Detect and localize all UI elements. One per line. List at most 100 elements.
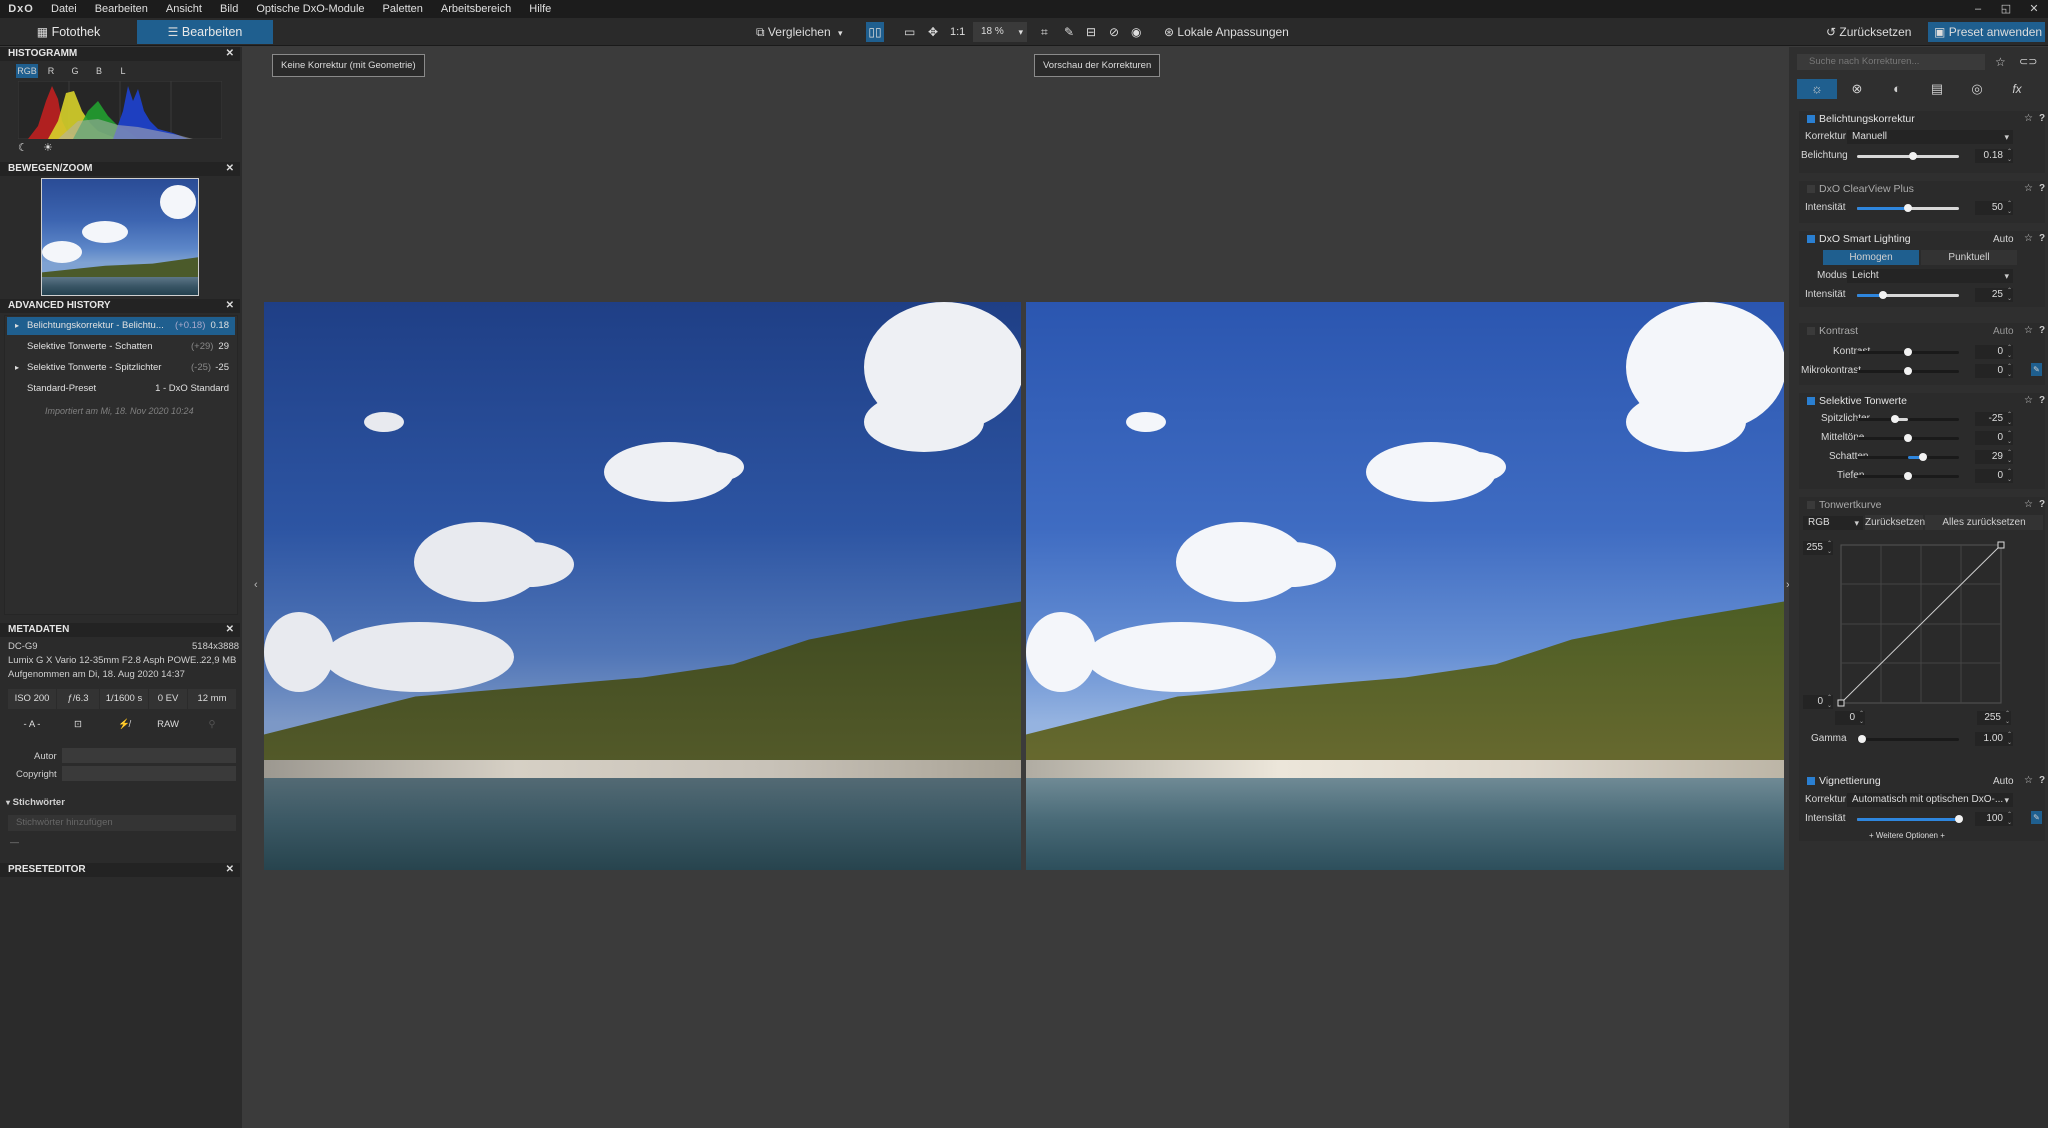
tab-color[interactable]: ⊗	[1837, 79, 1877, 99]
help-icon[interactable]: ?	[2039, 775, 2045, 786]
slider-knob[interactable]	[1904, 434, 1912, 442]
curve-input-max[interactable]: 255	[1977, 710, 2011, 726]
spitzlichter-slider[interactable]	[1857, 415, 1959, 423]
smartlighting-slider[interactable]	[1857, 291, 1959, 299]
tone-curve-enable-checkbox[interactable]	[1807, 501, 1815, 509]
star-icon[interactable]: ☆	[2024, 325, 2033, 336]
close-icon[interactable]: ✕	[226, 47, 234, 61]
tab-fotothek[interactable]: ▦ Fotothek	[0, 20, 137, 44]
pipette-icon[interactable]: ✎	[2031, 811, 2042, 824]
curve-input-min[interactable]: 0	[1835, 710, 1865, 726]
vignetting-value[interactable]: 100	[1975, 811, 2013, 827]
clearview-value[interactable]: 50	[1975, 200, 2013, 216]
auto-button[interactable]: Auto	[1993, 776, 2014, 787]
vignetting-enable-checkbox[interactable]	[1807, 777, 1815, 785]
help-icon[interactable]: ?	[2039, 113, 2045, 124]
schatten-value[interactable]: 29	[1975, 449, 2013, 465]
slider-knob[interactable]	[1904, 348, 1912, 356]
repair-button[interactable]: ⊘	[1109, 22, 1119, 42]
close-icon[interactable]: ✕	[226, 623, 234, 637]
tiefen-slider[interactable]	[1857, 472, 1959, 480]
channel-rgb[interactable]: RGB	[16, 64, 38, 78]
menu-datei[interactable]: Datei	[42, 3, 86, 15]
star-icon[interactable]: ☆	[2024, 183, 2033, 194]
gamma-value[interactable]: 1.00	[1975, 731, 2013, 747]
modus-select[interactable]: Leicht	[1847, 269, 2013, 283]
reset-button[interactable]: ↺ Zurücksetzen	[1826, 22, 1911, 42]
mode-homogen-button[interactable]: Homogen	[1823, 250, 1919, 265]
slider-knob[interactable]	[1904, 204, 1912, 212]
clearview-enable-checkbox[interactable]	[1807, 185, 1815, 193]
menu-arbeitsbereich[interactable]: Arbeitsbereich	[432, 3, 520, 15]
curve-graph[interactable]	[1837, 541, 2007, 707]
split-view-button[interactable]: ▯▯	[866, 22, 884, 42]
tab-local[interactable]: ◎	[1957, 79, 1997, 99]
smartlighting-value[interactable]: 25	[1975, 287, 2013, 303]
navigator-thumbnail[interactable]	[41, 178, 199, 296]
redeye-button[interactable]: ◉	[1131, 22, 1141, 42]
slider-knob[interactable]	[1904, 472, 1912, 480]
close-icon[interactable]: ✕	[226, 863, 234, 877]
spitzlichter-value[interactable]: -25	[1975, 411, 2013, 427]
keywords-header[interactable]: ▾ Stichwörter	[6, 797, 65, 808]
clearview-slider[interactable]	[1857, 204, 1959, 212]
tab-detail[interactable]: ◐	[1877, 79, 1917, 99]
close-icon[interactable]: ✕	[226, 299, 234, 313]
star-icon[interactable]: ☆	[2024, 499, 2033, 510]
channel-r[interactable]: R	[40, 64, 62, 78]
help-icon[interactable]: ?	[2039, 499, 2045, 510]
author-field[interactable]	[62, 748, 236, 763]
exposure-value[interactable]: 0.18	[1975, 148, 2013, 164]
mikrokontrast-slider[interactable]	[1857, 367, 1959, 375]
menu-optische-module[interactable]: Optische DxO-Module	[247, 3, 373, 15]
curve-reset-all-button[interactable]: Alles zurücksetzen	[1925, 515, 2043, 530]
mitteltoene-slider[interactable]	[1857, 434, 1959, 442]
local-adjustments-button[interactable]: ⊛ Lokale Anpassungen	[1164, 22, 1289, 42]
help-icon[interactable]: ?	[2039, 233, 2045, 244]
star-icon[interactable]: ☆	[2024, 233, 2033, 244]
channel-b[interactable]: B	[88, 64, 110, 78]
menu-paletten[interactable]: Paletten	[374, 3, 432, 15]
mikrokontrast-value[interactable]: 0	[1975, 363, 2013, 379]
toggle-icon[interactable]: ⊂⊃	[2019, 55, 2037, 68]
slider-knob[interactable]	[1904, 367, 1912, 375]
slider-knob[interactable]	[1890, 415, 1899, 423]
copyright-field[interactable]	[62, 766, 236, 781]
kontrast-value[interactable]: 0	[1975, 344, 2013, 360]
star-filter-icon[interactable]: ☆	[1995, 55, 2006, 69]
close-button[interactable]: ✕	[2020, 0, 2048, 18]
after-image[interactable]	[1026, 302, 1784, 870]
crop-button[interactable]: ⌗	[1041, 22, 1048, 42]
schatten-slider[interactable]	[1857, 453, 1959, 461]
history-item[interactable]: Standard-Preset 1 - DxO Standard	[7, 380, 235, 398]
horizon-button[interactable]: ⊟	[1086, 22, 1096, 42]
one-to-one-button[interactable]: 1:1	[950, 22, 965, 42]
zoom-select[interactable]: 18 % ▾	[973, 22, 1027, 42]
gamma-slider[interactable]	[1857, 735, 1959, 743]
star-icon[interactable]: ☆	[2024, 395, 2033, 406]
curve-output-min[interactable]: 0	[1803, 694, 1833, 710]
before-image[interactable]	[264, 302, 1021, 870]
channel-l[interactable]: L	[112, 64, 134, 78]
exposure-slider[interactable]	[1857, 152, 1959, 160]
curve-output-max[interactable]: 255	[1803, 540, 1833, 556]
menu-ansicht[interactable]: Ansicht	[157, 3, 211, 15]
slider-knob[interactable]	[1909, 152, 1918, 160]
selective-tones-enable-checkbox[interactable]	[1807, 397, 1815, 405]
tab-geometry[interactable]: ▤	[1917, 79, 1957, 99]
vignetting-slider[interactable]	[1857, 815, 1963, 823]
history-item[interactable]: Selektive Tonwerte - Schatten (+29) 29	[7, 338, 235, 356]
history-item[interactable]: ▸ Belichtungskorrektur - Belichtu... (+0…	[7, 317, 235, 335]
slider-knob[interactable]	[1878, 291, 1887, 299]
exposure-enable-checkbox[interactable]	[1807, 115, 1815, 123]
help-icon[interactable]: ?	[2039, 183, 2045, 194]
apply-preset-button[interactable]: ▣ Preset anwenden	[1928, 22, 2045, 42]
star-icon[interactable]: ☆	[2024, 775, 2033, 786]
curve-channel-select[interactable]: RGB	[1803, 516, 1863, 530]
collapse-left-icon[interactable]: ‹	[254, 579, 258, 591]
eyedropper-button[interactable]: ✎	[1064, 22, 1074, 42]
tab-fx[interactable]: fx	[1997, 79, 2037, 99]
more-options-link[interactable]: + Weitere Optionen +	[1869, 831, 1945, 840]
menu-bild[interactable]: Bild	[211, 3, 247, 15]
vignetting-correction-select[interactable]: Automatisch mit optischen DxO-...	[1847, 793, 2013, 807]
